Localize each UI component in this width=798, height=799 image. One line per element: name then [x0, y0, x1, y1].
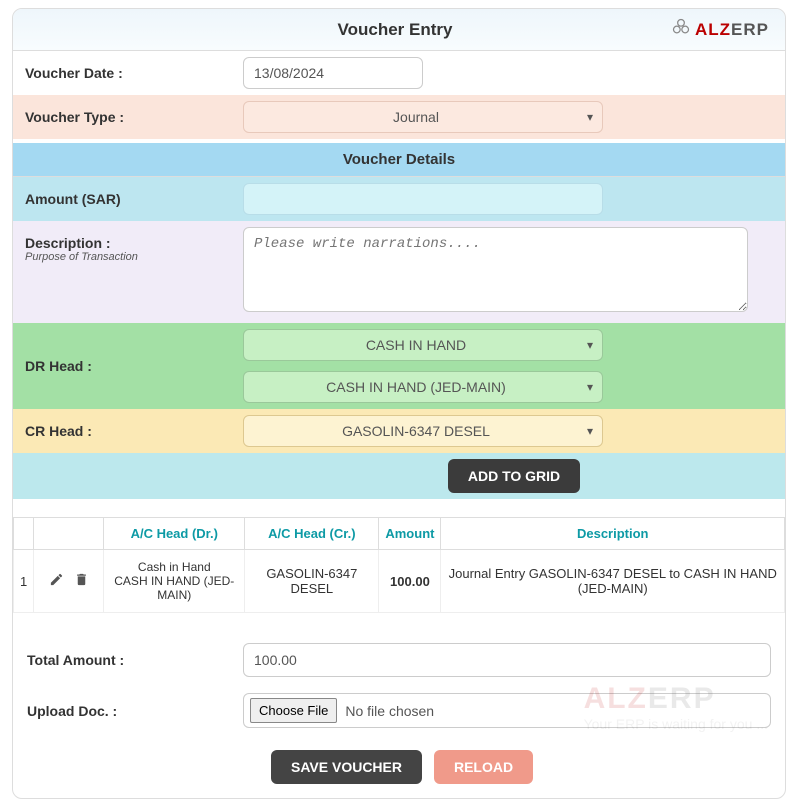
cell-description: Journal Entry GASOLIN-6347 DESEL to CASH… [441, 550, 785, 613]
dr-head-select[interactable]: CASH IN HAND [243, 329, 603, 361]
action-buttons: SAVE VOUCHER RELOAD [27, 744, 771, 798]
amount-input[interactable] [243, 183, 603, 215]
description-label: Description : Purpose of Transaction [13, 227, 243, 271]
voucher-date-label: Voucher Date : [13, 57, 243, 89]
cr-head-label: CR Head : [13, 415, 243, 447]
entries-table: A/C Head (Dr.) A/C Head (Cr.) Amount Des… [13, 517, 785, 613]
table-header-row: A/C Head (Dr.) A/C Head (Cr.) Amount Des… [14, 518, 785, 550]
col-amount: Amount [379, 518, 441, 550]
voucher-date-input[interactable] [243, 57, 423, 89]
file-status-text: No file chosen [345, 703, 434, 719]
edit-icon[interactable] [49, 572, 64, 591]
cr-head-row: CR Head : GASOLIN-6347 DESEL [13, 409, 785, 453]
upload-doc-label: Upload Doc. : [27, 703, 243, 719]
total-amount-label: Total Amount : [27, 652, 243, 668]
total-amount-row: Total Amount : [27, 643, 771, 677]
table-row: 1 Cash in Hand CASH IN [14, 550, 785, 613]
bottom-section: Total Amount : Upload Doc. : Choose File… [13, 623, 785, 798]
cr-head-select[interactable]: GASOLIN-6347 DESEL [243, 415, 603, 447]
reload-button[interactable]: RELOAD [434, 750, 533, 784]
panel-header: Voucher Entry ALZERP [13, 9, 785, 51]
amount-row: Amount (SAR) [13, 177, 785, 221]
cell-dr-head: Cash in Hand CASH IN HAND (JED-MAIN) [104, 550, 245, 613]
voucher-type-row: Voucher Type : Journal [13, 95, 785, 139]
description-textarea[interactable] [243, 227, 748, 312]
col-dr-head: A/C Head (Dr.) [104, 518, 245, 550]
page-title: Voucher Entry [119, 20, 671, 40]
delete-icon[interactable] [74, 572, 89, 591]
voucher-type-select[interactable]: Journal [243, 101, 603, 133]
save-voucher-button[interactable]: SAVE VOUCHER [271, 750, 422, 784]
cell-cr-head: GASOLIN-6347 DESEL [245, 550, 379, 613]
voucher-entry-panel: Voucher Entry ALZERP Voucher Date : Vouc… [12, 8, 786, 799]
dr-head-sub-select[interactable]: CASH IN HAND (JED-MAIN) [243, 371, 603, 403]
logo: ALZERP [671, 17, 769, 42]
dr-head-label: DR Head : [13, 350, 243, 382]
amount-label: Amount (SAR) [13, 183, 243, 215]
logo-icon [671, 17, 691, 42]
voucher-details-header: Voucher Details [13, 143, 785, 177]
add-to-grid-row: ADD TO GRID [13, 453, 785, 499]
col-description: Description [441, 518, 785, 550]
grid-section: A/C Head (Dr.) A/C Head (Cr.) Amount Des… [13, 499, 785, 623]
voucher-type-label: Voucher Type : [13, 101, 243, 133]
add-to-grid-button[interactable]: ADD TO GRID [448, 459, 580, 493]
dr-head-row: DR Head : CASH IN HAND CASH IN HAND (JED… [13, 323, 785, 409]
choose-file-button[interactable]: Choose File [250, 698, 337, 723]
total-amount-input[interactable] [243, 643, 771, 677]
voucher-date-row: Voucher Date : [13, 51, 785, 95]
cell-amount: 100.00 [379, 550, 441, 613]
upload-doc-row: Upload Doc. : Choose File No file chosen [27, 693, 771, 728]
file-input-wrap[interactable]: Choose File No file chosen [243, 693, 771, 728]
row-index: 1 [14, 550, 34, 613]
col-cr-head: A/C Head (Cr.) [245, 518, 379, 550]
description-row: Description : Purpose of Transaction [13, 221, 785, 323]
